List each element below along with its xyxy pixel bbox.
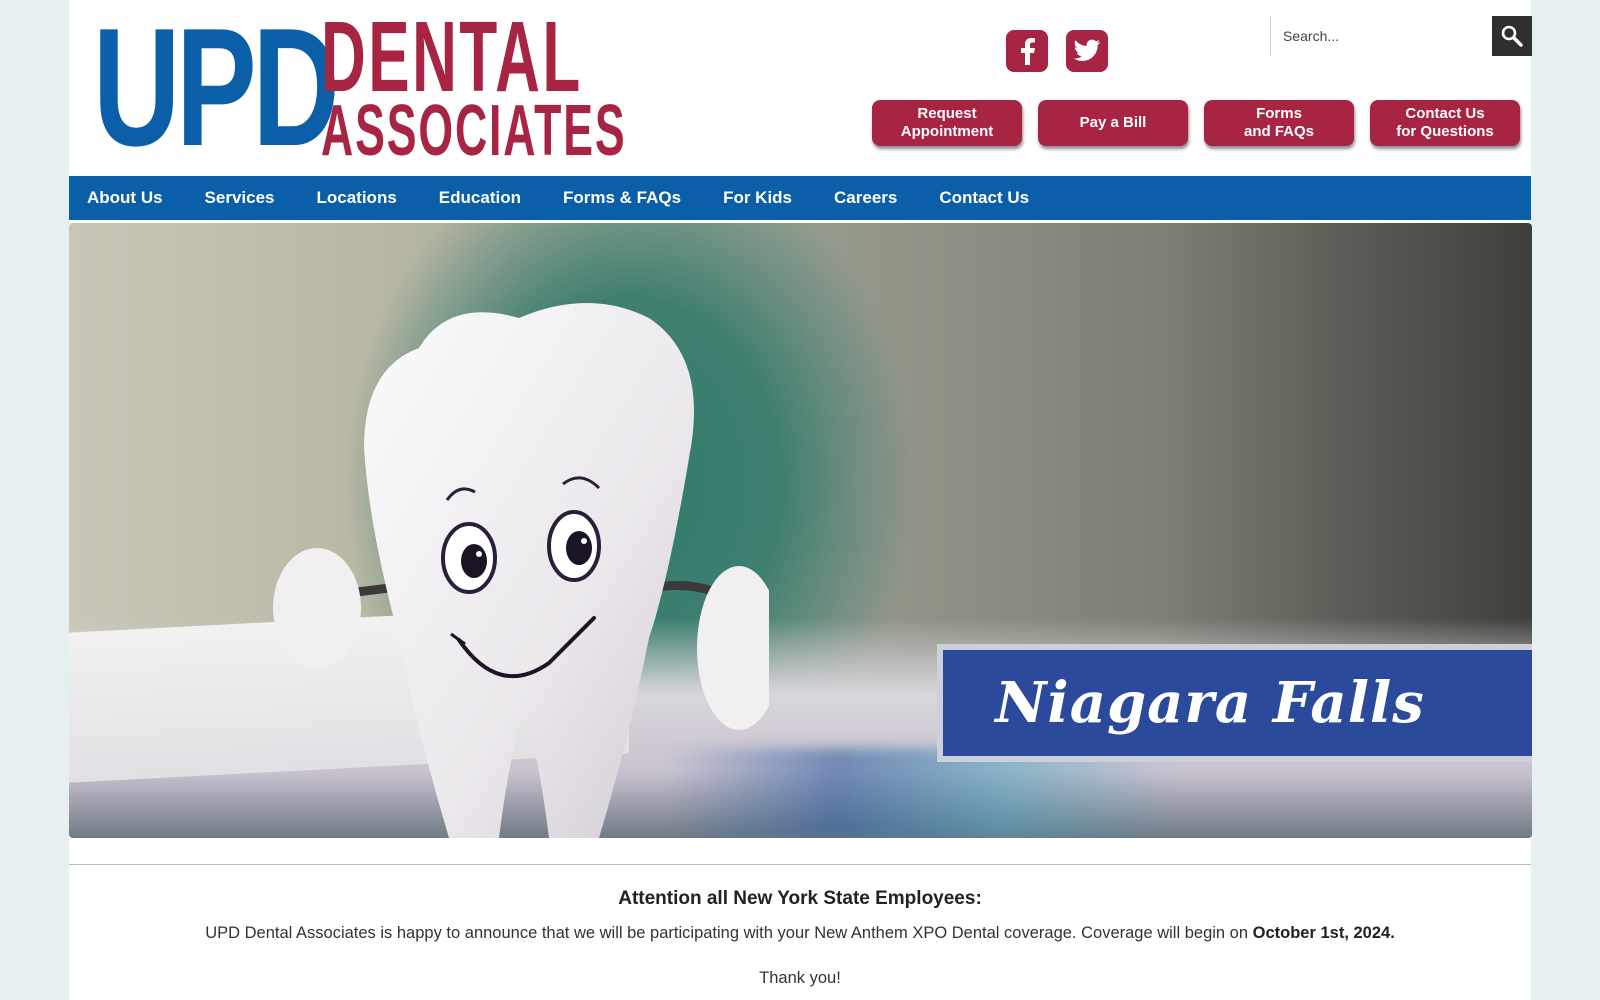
nav-contact-us[interactable]: Contact Us [939,188,1029,208]
cta-buttons: Request Appointment Pay a Bill Forms and… [872,100,1520,146]
nav-for-kids[interactable]: For Kids [723,188,792,208]
nav-education[interactable]: Education [439,188,521,208]
twitter-icon[interactable] [1066,30,1108,72]
tooth-mascot-image [273,303,769,838]
nav-services[interactable]: Services [205,188,275,208]
page: UPD DENTAL ASSOCIATES Request Appointmen… [69,0,1532,1000]
announcement-title: Attention all New York State Employees: [618,888,982,909]
main-nav: About Us Services Locations Education Fo… [69,176,1531,220]
nav-careers[interactable]: Careers [834,188,897,208]
announcement-thanks: Thank you! [759,969,841,987]
search-icon [1501,25,1523,47]
announcement-body: UPD Dental Associates is happy to announ… [69,924,1531,943]
hero-banner: Niagara Falls [69,223,1532,838]
nav-forms-faqs[interactable]: Forms & FAQs [563,188,681,208]
logo-associates: ASSOCIATES [321,91,627,171]
location-name: Niagara Falls [995,670,1425,736]
announcement-text: UPD Dental Associates is happy to announ… [205,924,1253,942]
facebook-icon[interactable] [1006,30,1048,72]
social-links [1006,30,1108,72]
search-box [1270,16,1532,56]
search-button[interactable] [1492,16,1532,56]
announcement-date: October 1st, 2024. [1252,924,1395,942]
logo-dental: DENTAL [321,1,583,113]
contact-questions-button[interactable]: Contact Us for Questions [1370,100,1520,146]
logo-upd: UPD [93,0,340,181]
search-input[interactable] [1271,16,1492,56]
location-banner: Niagara Falls [937,644,1532,762]
forms-faqs-button[interactable]: Forms and FAQs [1204,100,1354,146]
request-appointment-button[interactable]: Request Appointment [872,100,1022,146]
nav-locations[interactable]: Locations [317,188,397,208]
pay-bill-button[interactable]: Pay a Bill [1038,100,1188,146]
section-divider [69,864,1531,865]
nav-about-us[interactable]: About Us [87,188,163,208]
